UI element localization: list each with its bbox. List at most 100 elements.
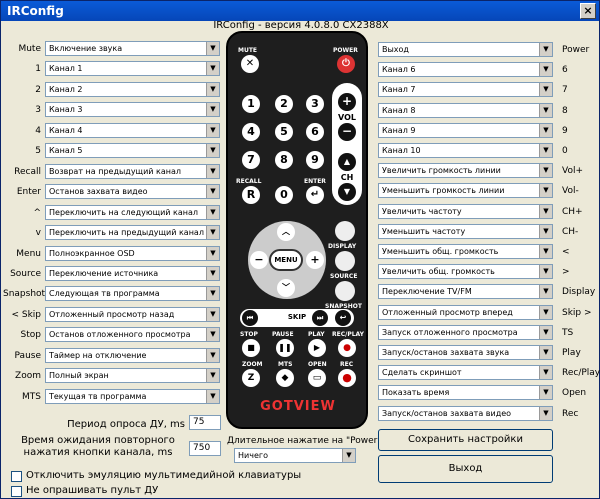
left-action-select[interactable]: Переключить на предыдущий канал ▼ xyxy=(45,225,220,240)
chevron-down-icon[interactable]: ▼ xyxy=(206,267,219,280)
skip-bar: ⏮ SKIP ⏭ ↩ xyxy=(240,309,354,327)
chevron-down-icon[interactable]: ▼ xyxy=(206,287,219,300)
brand-logo: GOTVIEW xyxy=(260,399,336,414)
chevron-down-icon[interactable]: ▼ xyxy=(539,124,552,137)
right-action-select[interactable]: Уменьшить частоту ▼ xyxy=(378,224,553,239)
chevron-down-icon[interactable]: ▼ xyxy=(539,265,552,278)
disable-emulation-checkbox[interactable] xyxy=(11,471,22,482)
chevron-down-icon[interactable]: ▼ xyxy=(539,144,552,157)
chevron-down-icon[interactable]: ▼ xyxy=(539,386,552,399)
action-select-value: Следующая тв программа xyxy=(49,289,160,298)
chevron-down-icon[interactable]: ▼ xyxy=(539,164,552,177)
chevron-down-icon[interactable]: ▼ xyxy=(539,306,552,319)
right-action-select[interactable]: Переключение TV/FM ▼ xyxy=(378,284,553,299)
left-action-select[interactable]: Канал 3 ▼ xyxy=(45,102,220,117)
chevron-down-icon[interactable]: ▼ xyxy=(206,390,219,403)
chevron-down-icon[interactable]: ▼ xyxy=(539,346,552,359)
action-select-value: Канал 9 xyxy=(382,126,416,135)
chevron-down-icon[interactable]: ▼ xyxy=(539,407,552,420)
digit-1-icon: 1 xyxy=(242,95,260,113)
left-button-label: Snapshot xyxy=(3,289,46,299)
chevron-down-icon[interactable]: ▼ xyxy=(539,184,552,197)
chevron-down-icon[interactable]: ▼ xyxy=(206,103,219,116)
chevron-down-icon[interactable]: ▼ xyxy=(539,205,552,218)
right-action-select[interactable]: Канал 8 ▼ xyxy=(378,103,553,118)
chevron-down-icon[interactable]: ▼ xyxy=(206,206,219,219)
chevron-down-icon[interactable]: ▼ xyxy=(342,449,355,462)
close-button[interactable]: × xyxy=(580,3,596,19)
chevron-down-icon[interactable]: ▼ xyxy=(206,185,219,198)
vol-label: VOL xyxy=(338,113,356,122)
left-action-select[interactable]: Полный экран ▼ xyxy=(45,368,220,383)
left-action-select[interactable]: Возврат на предыдущий канал ▼ xyxy=(45,164,220,179)
left-action-select[interactable]: Канал 4 ▼ xyxy=(45,123,220,138)
left-action-select[interactable]: Следующая тв программа ▼ xyxy=(45,286,220,301)
left-action-select[interactable]: Текущая тв программа ▼ xyxy=(45,389,220,404)
left-action-select[interactable]: Переключение источника ▼ xyxy=(45,266,220,281)
right-action-select[interactable]: Канал 7 ▼ xyxy=(378,82,553,97)
right-action-select[interactable]: Канал 9 ▼ xyxy=(378,123,553,138)
right-action-select[interactable]: Увеличить общ. громкость ▼ xyxy=(378,264,553,279)
chevron-down-icon[interactable]: ▼ xyxy=(206,42,219,55)
left-action-select[interactable]: Полноэкранное OSD ▼ xyxy=(45,246,220,261)
right-action-select[interactable]: Отложенный просмотр вперед ▼ xyxy=(378,305,553,320)
chevron-down-icon[interactable]: ▼ xyxy=(539,83,552,96)
exit-button[interactable]: Выход xyxy=(378,455,553,483)
left-action-select[interactable]: Канал 5 ▼ xyxy=(45,143,220,158)
chevron-down-icon[interactable]: ▼ xyxy=(539,43,552,56)
window-title: IRConfig xyxy=(7,4,64,18)
app-window: IRConfig × IRConfig - версия 4.0.8.0 CX2… xyxy=(0,0,600,499)
chevron-down-icon[interactable]: ▼ xyxy=(206,328,219,341)
left-action-select[interactable]: Останов отложенного просмотра ▼ xyxy=(45,327,220,342)
right-action-select[interactable]: Запуск/останов захвата звука ▼ xyxy=(378,345,553,360)
right-action-select[interactable]: Увеличить громкость линии ▼ xyxy=(378,163,553,178)
chevron-down-icon[interactable]: ▼ xyxy=(539,225,552,238)
no-poll-checkbox[interactable] xyxy=(11,486,22,497)
right-action-select[interactable]: Уменьшить общ. громкость ▼ xyxy=(378,244,553,259)
period-input[interactable]: 75 xyxy=(189,415,221,430)
left-action-select[interactable]: Останов захвата видео ▼ xyxy=(45,184,220,199)
chevron-down-icon[interactable]: ▼ xyxy=(206,349,219,362)
pause-icon: ❚❚ xyxy=(276,339,294,357)
left-action-select[interactable]: Канал 1 ▼ xyxy=(45,61,220,76)
right-action-select[interactable]: Увеличить частоту ▼ xyxy=(378,204,553,219)
left-action-select[interactable]: Включение звука ▼ xyxy=(45,41,220,56)
right-action-select[interactable]: Показать время ▼ xyxy=(378,385,553,400)
right-action-select[interactable]: Канал 6 ▼ xyxy=(378,62,553,77)
right-action-select[interactable]: Уменьшить громкость линии ▼ xyxy=(378,183,553,198)
ch-label: CH xyxy=(340,173,354,182)
right-action-select[interactable]: Канал 10 ▼ xyxy=(378,143,553,158)
chevron-down-icon[interactable]: ▼ xyxy=(206,83,219,96)
chevron-down-icon[interactable]: ▼ xyxy=(206,308,219,321)
chevron-down-icon[interactable]: ▼ xyxy=(206,165,219,178)
chevron-down-icon[interactable]: ▼ xyxy=(206,124,219,137)
chevron-down-icon[interactable]: ▼ xyxy=(206,247,219,260)
right-action-select[interactable]: Запуск отложенного просмотра ▼ xyxy=(378,325,553,340)
chevron-down-icon[interactable]: ▼ xyxy=(206,144,219,157)
right-action-select[interactable]: Выход ▼ xyxy=(378,42,553,57)
save-settings-button[interactable]: Сохранить настройки xyxy=(378,429,553,451)
chevron-down-icon[interactable]: ▼ xyxy=(539,104,552,117)
left-action-select[interactable]: Таймер на отключение ▼ xyxy=(45,348,220,363)
left-action-select[interactable]: Отложенный просмотр назад ▼ xyxy=(45,307,220,322)
chevron-down-icon[interactable]: ▼ xyxy=(206,369,219,382)
chevron-down-icon[interactable]: ▼ xyxy=(206,62,219,75)
chevron-down-icon[interactable]: ▼ xyxy=(539,245,552,258)
power-icon: ⏻ xyxy=(337,55,355,73)
right-action-select[interactable]: Запуск/останов захвата видео ▼ xyxy=(378,406,553,421)
chevron-down-icon[interactable]: ▼ xyxy=(206,226,219,239)
open-label: OPEN xyxy=(308,361,327,368)
left-action-select[interactable]: Канал 2 ▼ xyxy=(45,82,220,97)
chevron-down-icon[interactable]: ▼ xyxy=(539,366,552,379)
disable-emulation-label: Отключить эмуляцию мультимедийной клавиа… xyxy=(26,470,302,481)
left-button-label: 2 xyxy=(35,85,41,95)
chevron-down-icon[interactable]: ▼ xyxy=(539,326,552,339)
right-button-label: 8 xyxy=(562,106,568,116)
chevron-down-icon[interactable]: ▼ xyxy=(539,285,552,298)
left-action-select[interactable]: Переключить на следующий канал ▼ xyxy=(45,205,220,220)
vol-down-icon: − xyxy=(338,123,356,141)
right-action-select[interactable]: Сделать скриншот ▼ xyxy=(378,365,553,380)
long-press-select[interactable]: Ничего ▼ xyxy=(234,448,356,463)
wait-input[interactable]: 750 xyxy=(189,441,221,456)
chevron-down-icon[interactable]: ▼ xyxy=(539,63,552,76)
